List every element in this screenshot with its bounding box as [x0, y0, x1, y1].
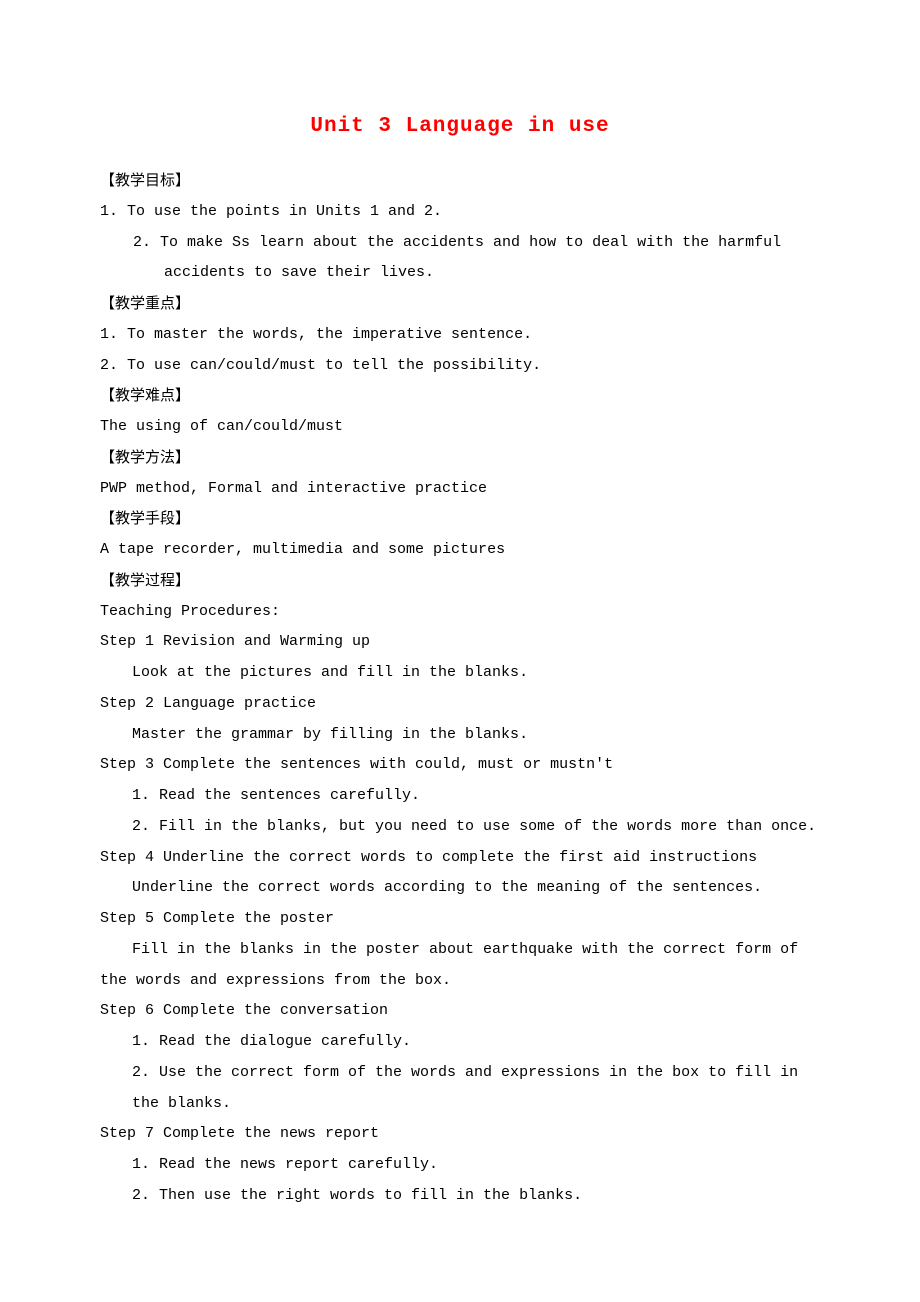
step-2-line-1: Master the grammar by filling in the bla… [100, 720, 820, 751]
document-page: Unit 3 Language in use 【教学目标】 1. To use … [0, 0, 920, 1272]
objectives-item-2: 2. To make Ss learn about the accidents … [100, 228, 820, 290]
step-1-title: Step 1 Revision and Warming up [100, 627, 820, 658]
section-head-process: 【教学过程】 [100, 566, 820, 597]
step-3-num-2: 2. Fill in the blanks, but you need to u… [100, 812, 820, 843]
step-5-title: Step 5 Complete the poster [100, 904, 820, 935]
step-7-num-1: 1. Read the news report carefully. [100, 1150, 820, 1181]
step-5-line-1: Fill in the blanks in the poster about e… [100, 935, 820, 997]
step-6-title: Step 6 Complete the conversation [100, 996, 820, 1027]
method-body: PWP method, Formal and interactive pract… [100, 474, 820, 505]
section-head-means: 【教学手段】 [100, 504, 820, 535]
step-3-title: Step 3 Complete the sentences with could… [100, 750, 820, 781]
step-7-num-2: 2. Then use the right words to fill in t… [100, 1181, 820, 1212]
section-head-difficulty: 【教学难点】 [100, 381, 820, 412]
step-6-num-1: 1. Read the dialogue carefully. [100, 1027, 820, 1058]
page-title: Unit 3 Language in use [100, 115, 820, 138]
difficulty-body: The using of can/could/must [100, 412, 820, 443]
focus-item-1: 1. To master the words, the imperative s… [100, 320, 820, 351]
step-4-title: Step 4 Underline the correct words to co… [100, 843, 820, 874]
step-7-title: Step 7 Complete the news report [100, 1119, 820, 1150]
process-intro: Teaching Procedures: [100, 597, 820, 628]
step-4-line-1: Underline the correct words according to… [100, 873, 820, 904]
focus-item-2: 2. To use can/could/must to tell the pos… [100, 351, 820, 382]
objectives-item-1: 1. To use the points in Units 1 and 2. [100, 197, 820, 228]
step-2-title: Step 2 Language practice [100, 689, 820, 720]
section-head-method: 【教学方法】 [100, 443, 820, 474]
section-head-focus: 【教学重点】 [100, 289, 820, 320]
step-6-num-2: 2. Use the correct form of the words and… [100, 1058, 820, 1120]
section-head-objectives: 【教学目标】 [100, 166, 820, 197]
step-1-line-1: Look at the pictures and fill in the bla… [100, 658, 820, 689]
step-3-num-1: 1. Read the sentences carefully. [100, 781, 820, 812]
means-body: A tape recorder, multimedia and some pic… [100, 535, 820, 566]
